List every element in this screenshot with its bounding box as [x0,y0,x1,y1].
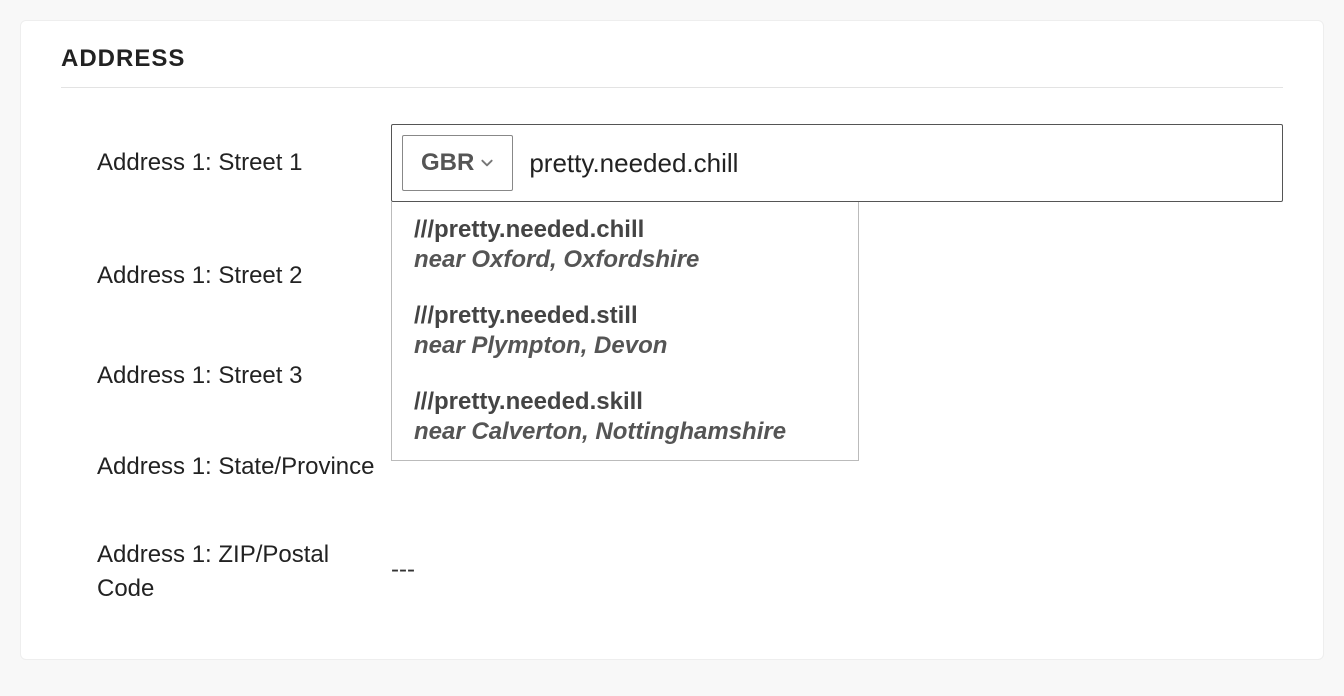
suggestion-near: near Calverton, Nottinghamshire [414,418,836,446]
suggestion-near: near Oxford, Oxfordshire [414,246,836,274]
field-street1: GBR ///pretty.needed.chillnear Oxford, O… [391,124,1283,202]
row-street1: Address 1: Street 1 GBR ///pretty.needed… [61,124,1283,202]
label-zip: Address 1: ZIP/Postal Code [61,538,391,605]
suggestion-address: ///pretty.needed.skill [414,388,836,416]
field-zip: --- [391,538,1283,584]
country-select-button[interactable]: GBR [402,135,513,191]
address-panel: ADDRESS Address 1: Street 1 GBR ///prett… [20,20,1324,660]
suggestion-item[interactable]: ///pretty.needed.chillnear Oxford, Oxfor… [392,202,858,288]
street1-input[interactable] [529,125,1272,201]
suggestion-near: near Plympton, Devon [414,332,836,360]
suggestion-address: ///pretty.needed.chill [414,216,836,244]
street1-input-wrap: GBR [391,124,1283,202]
zip-value: --- [391,538,1283,584]
label-state: Address 1: State/Province [61,450,391,484]
chevron-down-icon [480,156,494,170]
suggestion-item[interactable]: ///pretty.needed.skillnear Calverton, No… [392,374,858,460]
suggestions-dropdown: ///pretty.needed.chillnear Oxford, Oxfor… [391,202,859,461]
section-title: ADDRESS [61,45,1283,88]
suggestion-address: ///pretty.needed.still [414,302,836,330]
suggestion-item[interactable]: ///pretty.needed.stillnear Plympton, Dev… [392,288,858,374]
label-street1: Address 1: Street 1 [61,146,391,180]
label-street3: Address 1: Street 3 [61,359,391,393]
row-zip: Address 1: ZIP/Postal Code --- [61,538,1283,605]
country-code: GBR [421,149,474,177]
label-street2: Address 1: Street 2 [61,259,391,293]
